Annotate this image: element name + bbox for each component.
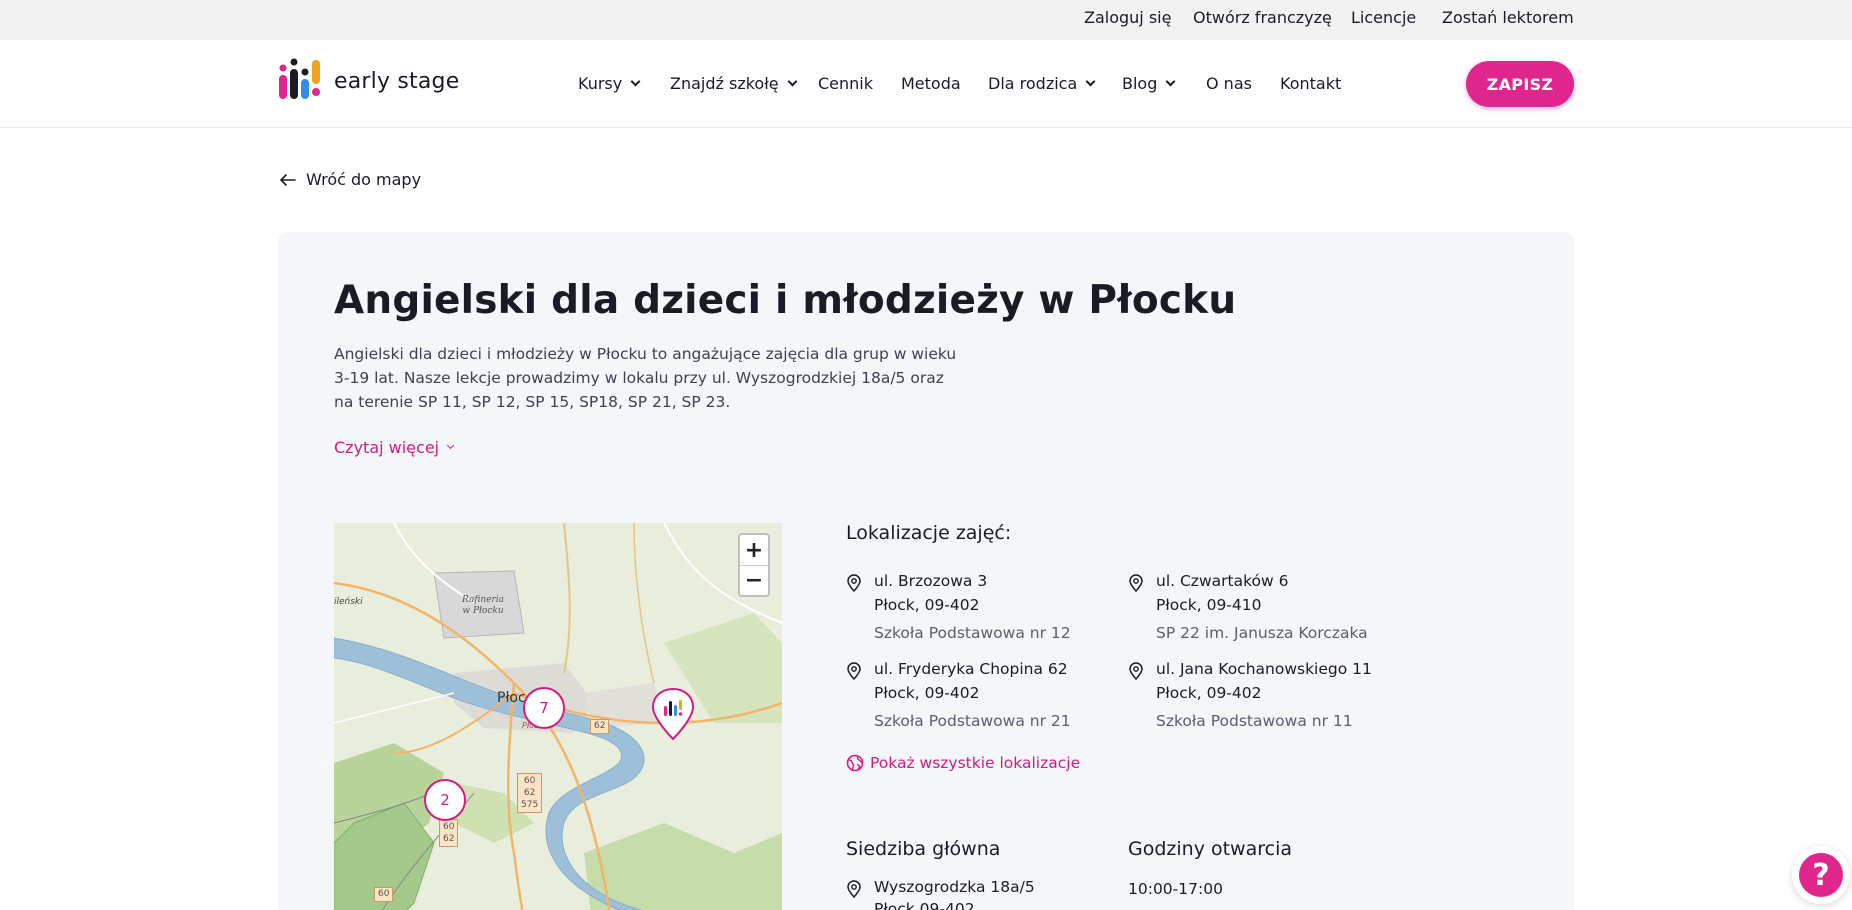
road-number: 62 [523,788,536,798]
road-number: 60 [523,776,536,786]
location-school: SP 22 im. Janusza Korczaka [1156,624,1368,642]
headquarters-street: Wyszogrodzka 18a/5 [874,878,1035,896]
arrow-left-icon [280,173,296,186]
location-pin-icon [847,880,861,898]
nav-blog[interactable]: Blog [1122,74,1176,93]
page-title: Angielski dla dzieci i młodzieży w Płock… [334,278,1237,323]
location-pin-icon [1129,574,1143,592]
map-label-west: ileński [334,597,363,607]
map-label-city: Płoc [497,690,526,706]
back-link-label: Wróć do mapy [306,170,422,189]
nav-label: Znajdź szkołę [670,74,779,93]
headquarters-heading: Siedziba główna [846,838,1001,860]
locations-heading: Lokalizacje zajęć: [846,522,1012,544]
login-link[interactable]: Zaloguj się [1084,8,1171,27]
location-city: Płock, 09-410 [1156,596,1262,614]
location-street: ul. Jana Kochanowskiego 11 [1156,660,1372,678]
road-number-62: 62 [590,719,610,734]
location-street: ul. Brzozowa 3 [874,572,988,590]
map-cluster-marker[interactable]: 7 [523,687,565,729]
chevron-down-icon [787,76,798,87]
brand-logo[interactable]: early stage [278,58,459,104]
map-cluster-marker[interactable]: 2 [424,779,466,821]
location-city: Płock, 09-402 [874,684,980,702]
location-pin-icon [1129,662,1143,680]
opening-hours-value: 10:00-17:00 [1128,880,1223,898]
licenses-link[interactable]: Licencje [1351,8,1416,27]
road-number-60: 60 [374,887,394,902]
logo-icon [279,58,320,99]
main-header: early stage Kursy Znajdź szkołę Cennik M… [0,40,1852,128]
nav-about[interactable]: O nas [1206,74,1252,93]
location-pin-icon [847,662,861,680]
become-teacher-link[interactable]: Zostań lektorem [1442,8,1574,27]
signup-button[interactable]: ZAPISZ [1466,61,1574,107]
zoom-out-button[interactable]: − [740,565,768,595]
nav-label: Metoda [901,74,961,93]
brand-name: early stage [334,68,460,94]
show-all-locations-link[interactable]: Pokaż wszystkie lokalizacje [846,754,1080,772]
nav-label: O nas [1206,74,1252,93]
map-label-line: w Płocku [462,606,504,616]
zoom-in-button[interactable]: + [740,535,768,565]
school-info-card: Angielski dla dzieci i młodzieży w Płock… [278,232,1574,910]
headquarters-city: Płock 09-402 [874,900,975,910]
top-utility-bar: Zaloguj się Otwórz franczyzę Licencje Zo… [0,0,1852,40]
road-number: 62 [443,834,455,844]
read-more-label: Czytaj więcej [334,438,440,457]
franchise-link[interactable]: Otwórz franczyzę [1193,8,1332,27]
location-city: Płock, 09-402 [874,596,980,614]
question-mark-icon: ? [1799,853,1843,897]
show-all-label: Pokaż wszystkie lokalizacje [870,754,1081,772]
nav-pricing[interactable]: Cennik [818,74,873,93]
read-more-link[interactable]: Czytaj więcej [334,438,455,457]
opening-hours-heading: Godziny otwarcia [1128,838,1293,860]
road-number-box: 60 62 [439,819,459,847]
nav-method[interactable]: Metoda [901,74,961,93]
nav-label: Kontakt [1280,74,1342,93]
description-line: na terenie SP 11, SP 12, SP 15, SP18, SP… [334,393,731,411]
nav-contact[interactable]: Kontakt [1280,74,1341,93]
description-line: 3-19 lat. Nasze lekcje prowadzimy w loka… [334,369,944,387]
location-city: Płock, 09-402 [1156,684,1262,702]
help-button[interactable]: ? [1792,846,1850,904]
road-number: 575 [521,800,539,810]
nav-for-parent[interactable]: Dla rodzica [988,74,1096,93]
location-street: ul. Czwartaków 6 [1156,572,1289,590]
chevron-down-icon [630,76,641,87]
chevron-down-icon [1085,76,1096,87]
map-label-line: Rafineria [462,595,505,605]
chevron-down-icon [447,441,455,450]
nav-label: Cennik [818,74,874,93]
nav-find-school[interactable]: Znajdź szkołę [670,74,798,93]
cluster-count: 2 [440,791,450,809]
location-school: Szkoła Podstawowa nr 12 [874,624,1071,642]
back-to-map-link[interactable]: Wróć do mapy [280,170,421,189]
location-school: Szkoła Podstawowa nr 21 [874,712,1071,730]
map-zoom-control: + − [738,533,770,597]
page-description: Angielski dla dzieci i młodzieży w Płock… [334,342,957,414]
map-label-refinery: Rafineria w Płocku [462,595,504,617]
chevron-down-icon [1165,76,1176,87]
globe-icon [846,754,864,772]
cluster-count: 7 [539,699,549,717]
location-pin-icon [847,574,861,592]
road-number: 60 [443,822,455,832]
description-line: Angielski dla dzieci i młodzieży w Płock… [334,345,957,363]
nav-label: Kursy [578,74,623,93]
location-school: Szkoła Podstawowa nr 11 [1156,712,1353,730]
nav-label: Blog [1122,74,1158,93]
nav-label: Dla rodzica [988,74,1078,93]
locations-map[interactable]: Rafineria w Płocku ileński Płoc Płock 62… [334,523,782,910]
road-number-box: 60 62 575 [517,773,543,813]
nav-kursy[interactable]: Kursy [578,74,641,93]
school-map-pin-icon[interactable] [651,687,695,741]
location-street: ul. Fryderyka Chopina 62 [874,660,1068,678]
